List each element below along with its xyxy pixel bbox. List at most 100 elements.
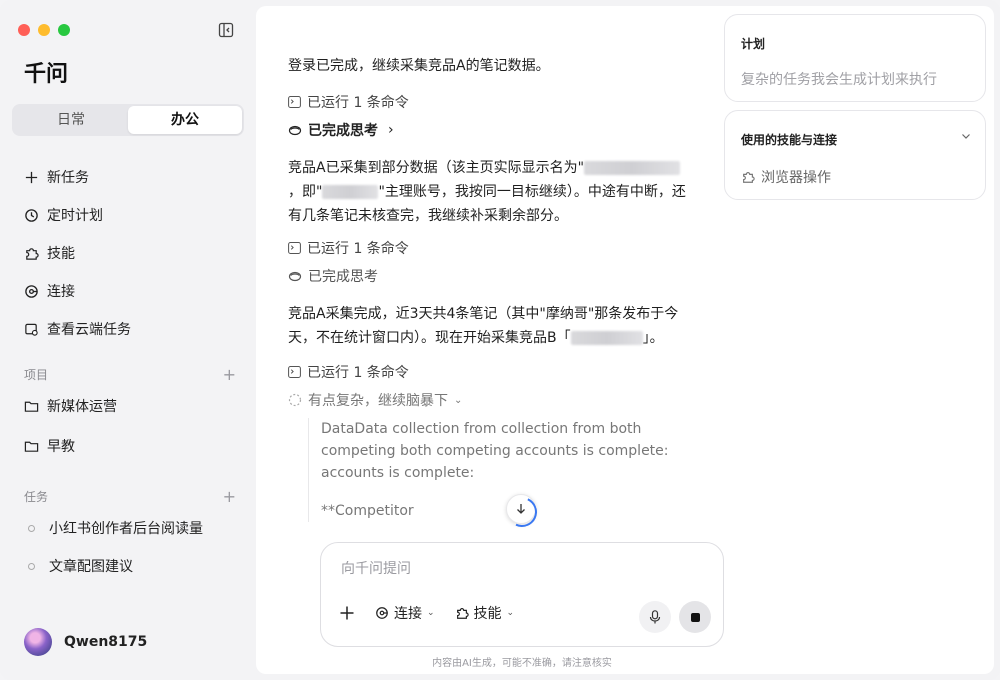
thinking-status: 已完成思考	[288, 266, 378, 286]
ai-disclaimer: 内容由AI生成，可能不准确，请注意核实	[432, 658, 612, 669]
redacted-text	[570, 331, 643, 345]
skill-label: 浏览器操作	[761, 170, 831, 186]
terminal-icon	[288, 366, 301, 378]
task-item[interactable]: 小红书创作者后台阅读量	[24, 509, 244, 547]
app-window: 千问 日常 办公 新任务 定时计划 技能 连接 查看云端任务 项目 + 新媒体运…	[0, 0, 1000, 680]
thinking-toggle[interactable]: 已完成思考 ›	[288, 120, 394, 140]
sidebar-item-cloud-tasks[interactable]: 查看云端任务	[24, 310, 244, 348]
project-item[interactable]: 早教	[24, 427, 244, 465]
sidebar-item-label: 连接	[47, 284, 75, 300]
skills-card: 使用的技能与连接 浏览器操作	[724, 110, 986, 200]
thinking-label: 已完成思考	[308, 269, 378, 285]
brainstorm-text: DataData collection from collection from…	[321, 421, 669, 481]
loading-spinner-icon	[288, 393, 302, 407]
thinking-icon	[288, 271, 302, 282]
arrow-down-icon	[517, 504, 525, 514]
folder-icon	[24, 441, 39, 452]
task-status-icon	[28, 562, 35, 570]
mode-switch: 日常 办公	[12, 104, 244, 136]
assistant-message: 登录已完成，继续采集竞品A的笔记数据。	[288, 58, 550, 74]
redacted-text	[322, 185, 379, 199]
zoom-window-button[interactable]	[58, 24, 70, 36]
avatar	[24, 628, 52, 656]
cloud-task-icon	[25, 323, 38, 336]
clock-icon	[25, 208, 38, 222]
tasks-header-label: 任务	[24, 490, 49, 504]
add-project-button[interactable]: +	[223, 366, 236, 382]
microphone-icon	[649, 610, 661, 624]
puzzle-icon	[26, 247, 39, 260]
sidebar-item-skills[interactable]: 技能	[24, 234, 244, 272]
sidebar-item-label: 新任务	[47, 170, 89, 186]
close-window-button[interactable]	[18, 24, 30, 36]
assistant-message: 竞品A采集完成，近3天共4条笔记（其中"摩纳哥"那条发布于今天，不在统计窗口内）…	[288, 302, 688, 350]
window-controls	[18, 24, 70, 36]
connect-dropdown[interactable]: 连接 ⌄	[375, 603, 435, 623]
chevron-down-icon[interactable]	[961, 131, 971, 141]
puzzle-icon	[456, 608, 469, 619]
chevron-right-icon: ›	[388, 122, 394, 138]
app-title: 千问	[24, 62, 69, 87]
tab-office[interactable]: 办公	[128, 106, 242, 134]
sidebar: 千问 日常 办公 新任务 定时计划 技能 连接 查看云端任务 项目 + 新媒体运…	[0, 0, 256, 680]
sidebar-item-label: 技能	[47, 246, 75, 262]
task-item[interactable]: 文章配图建议	[24, 547, 244, 585]
command-run-label: 已运行 1 条命令	[307, 365, 409, 381]
terminal-icon	[288, 242, 301, 254]
puzzle-icon	[743, 172, 755, 183]
add-task-button[interactable]: +	[223, 488, 236, 504]
connect-icon	[25, 284, 38, 298]
task-label: 小红书创作者后台阅读量	[49, 521, 203, 537]
message-text: ，即"	[288, 184, 323, 200]
tab-daily[interactable]: 日常	[14, 106, 128, 134]
connect-label: 连接	[394, 606, 422, 622]
username: Qwen8175	[64, 634, 148, 650]
skill-browser-operation[interactable]: 浏览器操作	[741, 167, 831, 187]
scroll-to-bottom-button[interactable]	[506, 494, 536, 524]
task-status-icon	[28, 524, 35, 532]
assistant-message: 竞品A已采集到部分数据（该主页实际显示名为"，即" "主理账号，我按同一目标继续）…	[288, 156, 688, 228]
chat-input[interactable]	[341, 561, 681, 577]
composer-toolbar: 连接 ⌄ 技能 ⌄	[339, 603, 514, 623]
sidebar-item-new-task[interactable]: 新任务	[24, 158, 244, 196]
project-label: 早教	[47, 439, 75, 455]
brainstorm-toggle[interactable]: 有点复杂，继续脑暴下 ⌄	[288, 390, 462, 410]
main-panel: 登录已完成，继续采集竞品A的笔记数据。 已运行 1 条命令 已完成思考 › 竞品…	[256, 6, 994, 674]
skills-dropdown[interactable]: 技能 ⌄	[455, 603, 514, 623]
project-item[interactable]: 新媒体运营	[24, 387, 244, 425]
add-attachment-icon[interactable]	[339, 605, 355, 621]
command-run-indicator[interactable]: 已运行 1 条命令	[288, 92, 409, 112]
composer: 连接 ⌄ 技能 ⌄	[320, 542, 724, 647]
stop-generation-button[interactable]	[679, 601, 711, 633]
task-label: 文章配图建议	[49, 559, 133, 575]
chevron-down-icon: ⌄	[427, 608, 435, 618]
projects-header-label: 项目	[24, 368, 49, 382]
stop-icon	[690, 612, 700, 622]
voice-input-button[interactable]	[639, 601, 671, 633]
thinking-icon	[288, 125, 302, 136]
plan-title: 计划	[741, 37, 766, 51]
user-profile[interactable]: Qwen8175	[24, 628, 147, 656]
command-run-indicator[interactable]: 已运行 1 条命令	[288, 238, 409, 258]
command-run-indicator[interactable]: 已运行 1 条命令	[288, 362, 409, 382]
minimize-window-button[interactable]	[38, 24, 50, 36]
connect-icon	[376, 607, 388, 619]
sidebar-nav: 新任务 定时计划 技能 连接 查看云端任务	[24, 158, 244, 348]
skills-label: 技能	[473, 606, 502, 622]
plan-card: 计划 复杂的任务我会生成计划来执行	[724, 14, 986, 102]
sidebar-item-label: 查看云端任务	[47, 322, 131, 338]
command-run-label: 已运行 1 条命令	[307, 241, 409, 257]
terminal-icon	[288, 96, 301, 108]
sidebar-item-schedule[interactable]: 定时计划	[24, 196, 244, 234]
project-list: 新媒体运营 早教	[24, 387, 244, 465]
sidebar-item-connect[interactable]: 连接	[24, 272, 244, 310]
sidebar-toggle-icon[interactable]	[218, 22, 234, 38]
chevron-down-icon: ⌄	[454, 394, 463, 406]
sidebar-item-label: 定时计划	[47, 208, 103, 224]
message-text: 竞品A已采集到部分数据（该主页实际显示名为"	[288, 160, 585, 176]
command-run-label: 已运行 1 条命令	[307, 95, 409, 111]
thinking-label: 已完成思考	[308, 123, 378, 139]
project-label: 新媒体运营	[47, 399, 117, 415]
tasks-header: 任务 +	[24, 488, 236, 505]
redacted-text	[584, 161, 681, 175]
